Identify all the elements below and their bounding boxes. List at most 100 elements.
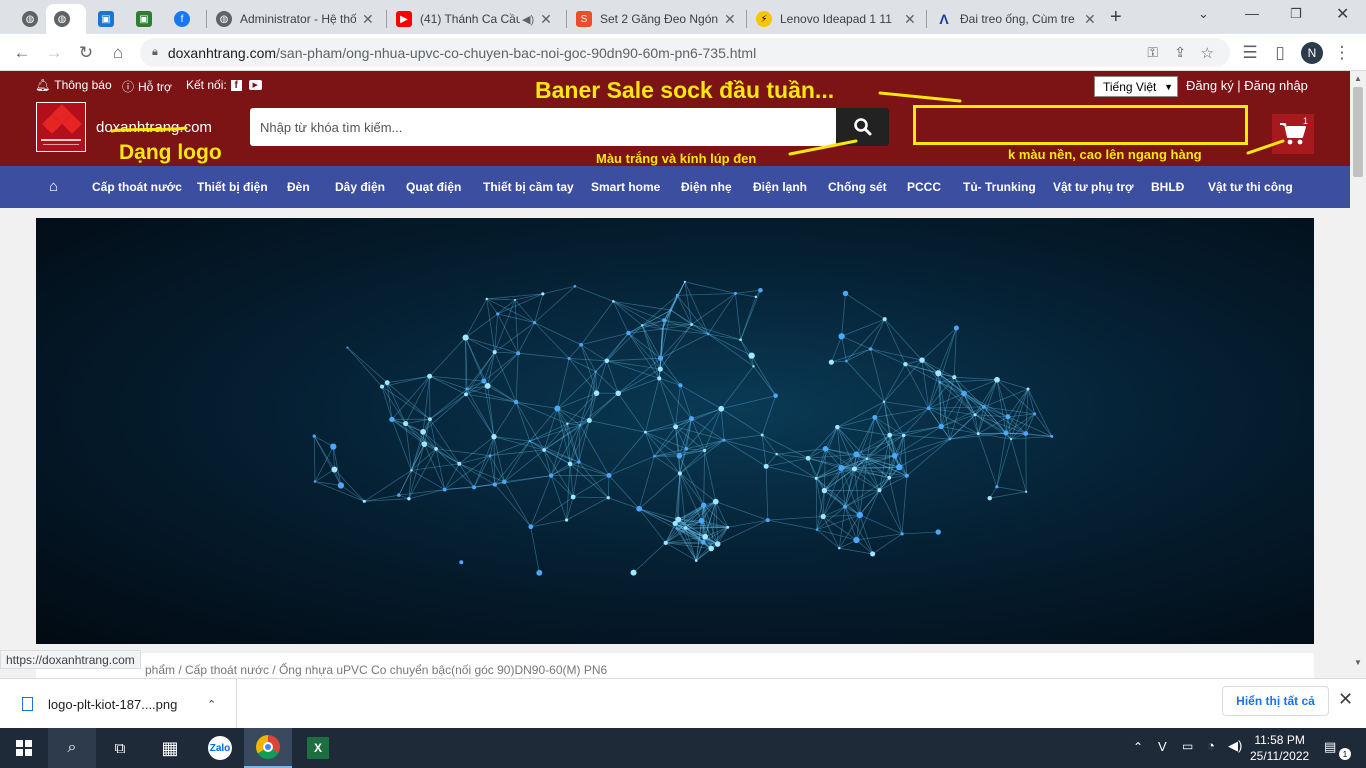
- nav-item[interactable]: PCCC: [907, 180, 941, 194]
- nav-item[interactable]: Vật tư thi công: [1208, 180, 1293, 194]
- tab-6[interactable]: ▶ (41) Thánh Ca Cầu ◀) ✕: [388, 4, 564, 34]
- network-node: [678, 383, 683, 388]
- network-link: [494, 484, 532, 528]
- forward-button[interactable]: →: [42, 41, 66, 65]
- page-scrollbar[interactable]: ▲ ▼: [1350, 71, 1366, 678]
- share-icon[interactable]: ⇪: [1174, 44, 1186, 61]
- scroll-up-arrow-icon[interactable]: ▲: [1354, 74, 1362, 83]
- tab-0[interactable]: ◍: [14, 4, 44, 34]
- network-node: [536, 569, 543, 576]
- speaker-icon[interactable]: ◀): [522, 13, 534, 26]
- breadcrumb[interactable]: phẩm / Cấp thoát nước / Ống nhựa uPVC Co…: [145, 663, 607, 677]
- tab-search-chevron-icon[interactable]: ⌄: [1198, 6, 1209, 22]
- battery-icon[interactable]: ▭: [1182, 739, 1193, 753]
- tab-7[interactable]: S Set 2 Găng Đeo Ngón ✕: [568, 4, 744, 34]
- reading-list-icon[interactable]: ☰: [1238, 41, 1262, 65]
- nav-item[interactable]: Thiết bị điện: [197, 180, 268, 194]
- network-node: [491, 433, 497, 440]
- excel-app-icon[interactable]: X: [294, 728, 342, 768]
- key-icon[interactable]: ⚿: [1147, 44, 1158, 61]
- volume-icon[interactable]: ◀): [1228, 738, 1242, 754]
- nav-item[interactable]: Điện nhẹ: [681, 180, 732, 194]
- close-icon[interactable]: ✕: [904, 11, 916, 28]
- network-node: [636, 505, 642, 512]
- network-node: [712, 498, 719, 505]
- nav-item[interactable]: Vật tư phụ trợ: [1053, 180, 1134, 194]
- network-node: [994, 376, 1000, 383]
- nav-item[interactable]: Dây điện: [335, 180, 385, 194]
- chrome-app-icon[interactable]: [244, 728, 292, 768]
- nav-item[interactable]: Điện lạnh: [753, 180, 807, 194]
- network-node: [573, 284, 577, 288]
- nav-item[interactable]: Tủ- Trunking: [963, 180, 1036, 194]
- menu-kebab-icon[interactable]: ⋮: [1330, 41, 1354, 65]
- side-panel-icon[interactable]: ▯: [1268, 41, 1292, 65]
- tab-5[interactable]: ◍ Administrator - Hệ thống ✕: [208, 4, 384, 34]
- nav-item[interactable]: Cấp thoát nước: [92, 180, 182, 194]
- bookmark-star-icon[interactable]: ☆: [1201, 44, 1214, 62]
- minimize-button[interactable]: —: [1245, 5, 1259, 21]
- nav-item[interactable]: Thiết bị cầm tay: [483, 180, 574, 194]
- tab-3[interactable]: ▣: [128, 4, 158, 34]
- search-icon[interactable]: ⌕: [48, 728, 96, 768]
- notifications-icon[interactable]: ▤: [1324, 739, 1336, 755]
- calculator-icon[interactable]: ▦: [146, 728, 194, 768]
- task-view-icon[interactable]: ⧉: [96, 728, 144, 768]
- close-icon[interactable]: ✕: [362, 11, 374, 28]
- network-node: [442, 487, 447, 492]
- nav-item[interactable]: Chống sét: [828, 180, 887, 194]
- wifi-icon[interactable]: ◔: [1207, 738, 1215, 753]
- scrollbar-thumb[interactable]: [1353, 87, 1363, 177]
- clock[interactable]: 11:58 PM 25/11/2022: [1250, 732, 1309, 764]
- chevron-up-icon[interactable]: ⌃: [207, 698, 216, 711]
- new-tab-button[interactable]: +: [1110, 6, 1122, 29]
- network-node: [773, 393, 778, 398]
- home-icon[interactable]: ⌂: [49, 178, 58, 195]
- nav-item[interactable]: Quạt điện: [406, 180, 461, 194]
- network-link: [628, 332, 661, 359]
- close-icon[interactable]: ✕: [1084, 11, 1096, 28]
- network-node: [662, 318, 667, 323]
- network-link: [654, 455, 681, 474]
- home-button[interactable]: ⌂: [106, 41, 130, 65]
- nav-item[interactable]: BHLĐ: [1151, 180, 1184, 194]
- zalo-app-icon[interactable]: Zalo: [196, 728, 244, 768]
- reload-button[interactable]: ↻: [74, 41, 98, 65]
- tab-8[interactable]: ⚡ Lenovo Ideapad 1 11 ✕: [748, 4, 924, 34]
- tab-1-active[interactable]: ◍: [46, 4, 86, 34]
- lock-icon[interactable]: 🔒︎: [152, 46, 158, 59]
- tab-4[interactable]: f: [166, 4, 196, 34]
- close-window-button[interactable]: ✕: [1336, 4, 1349, 24]
- site-header: 🔔︎ Thông báo ⓘ Hỗ trợ Kết nối: f ▶ Tiếng…: [0, 71, 1350, 166]
- network-node: [856, 511, 863, 519]
- network-link: [844, 489, 880, 508]
- address-bar[interactable]: 🔒︎ doxanhtrang.com/san-pham/ong-nhua-upv…: [140, 38, 1230, 67]
- nav-item[interactable]: Đèn: [287, 180, 310, 194]
- tab-9[interactable]: Λ Đai treo ống, Cùm tre ✕: [928, 4, 1104, 34]
- network-node: [1026, 387, 1030, 391]
- tab-2[interactable]: ▣: [90, 4, 120, 34]
- network-link: [937, 327, 957, 374]
- profile-avatar[interactable]: N: [1301, 42, 1323, 64]
- nav-item[interactable]: Smart home: [591, 180, 660, 194]
- restore-button[interactable]: ❐: [1290, 6, 1302, 22]
- network-node: [765, 518, 770, 523]
- network-link: [899, 438, 951, 468]
- tray-chevron-icon[interactable]: ⌃: [1133, 740, 1143, 754]
- close-icon[interactable]: ✕: [1338, 689, 1353, 710]
- network-link: [515, 353, 519, 403]
- back-button[interactable]: ←: [10, 41, 34, 65]
- network-node: [567, 461, 573, 467]
- download-item[interactable]: logo-plt-kiot-187....png ⌃: [0, 679, 237, 729]
- network-node: [1033, 412, 1037, 416]
- network-link: [638, 456, 655, 509]
- scroll-down-arrow-icon[interactable]: ▼: [1354, 658, 1362, 667]
- windows-start-icon[interactable]: [0, 728, 48, 768]
- tray-app-icon[interactable]: V: [1158, 739, 1167, 754]
- show-all-downloads-button[interactable]: Hiển thị tất cả: [1222, 686, 1329, 716]
- url-path: /san-pham/ong-nhua-upvc-co-chuyen-bac-no…: [276, 44, 757, 61]
- network-node: [877, 488, 882, 493]
- network-node: [760, 433, 764, 437]
- close-icon[interactable]: ✕: [540, 11, 552, 28]
- close-icon[interactable]: ✕: [724, 11, 736, 28]
